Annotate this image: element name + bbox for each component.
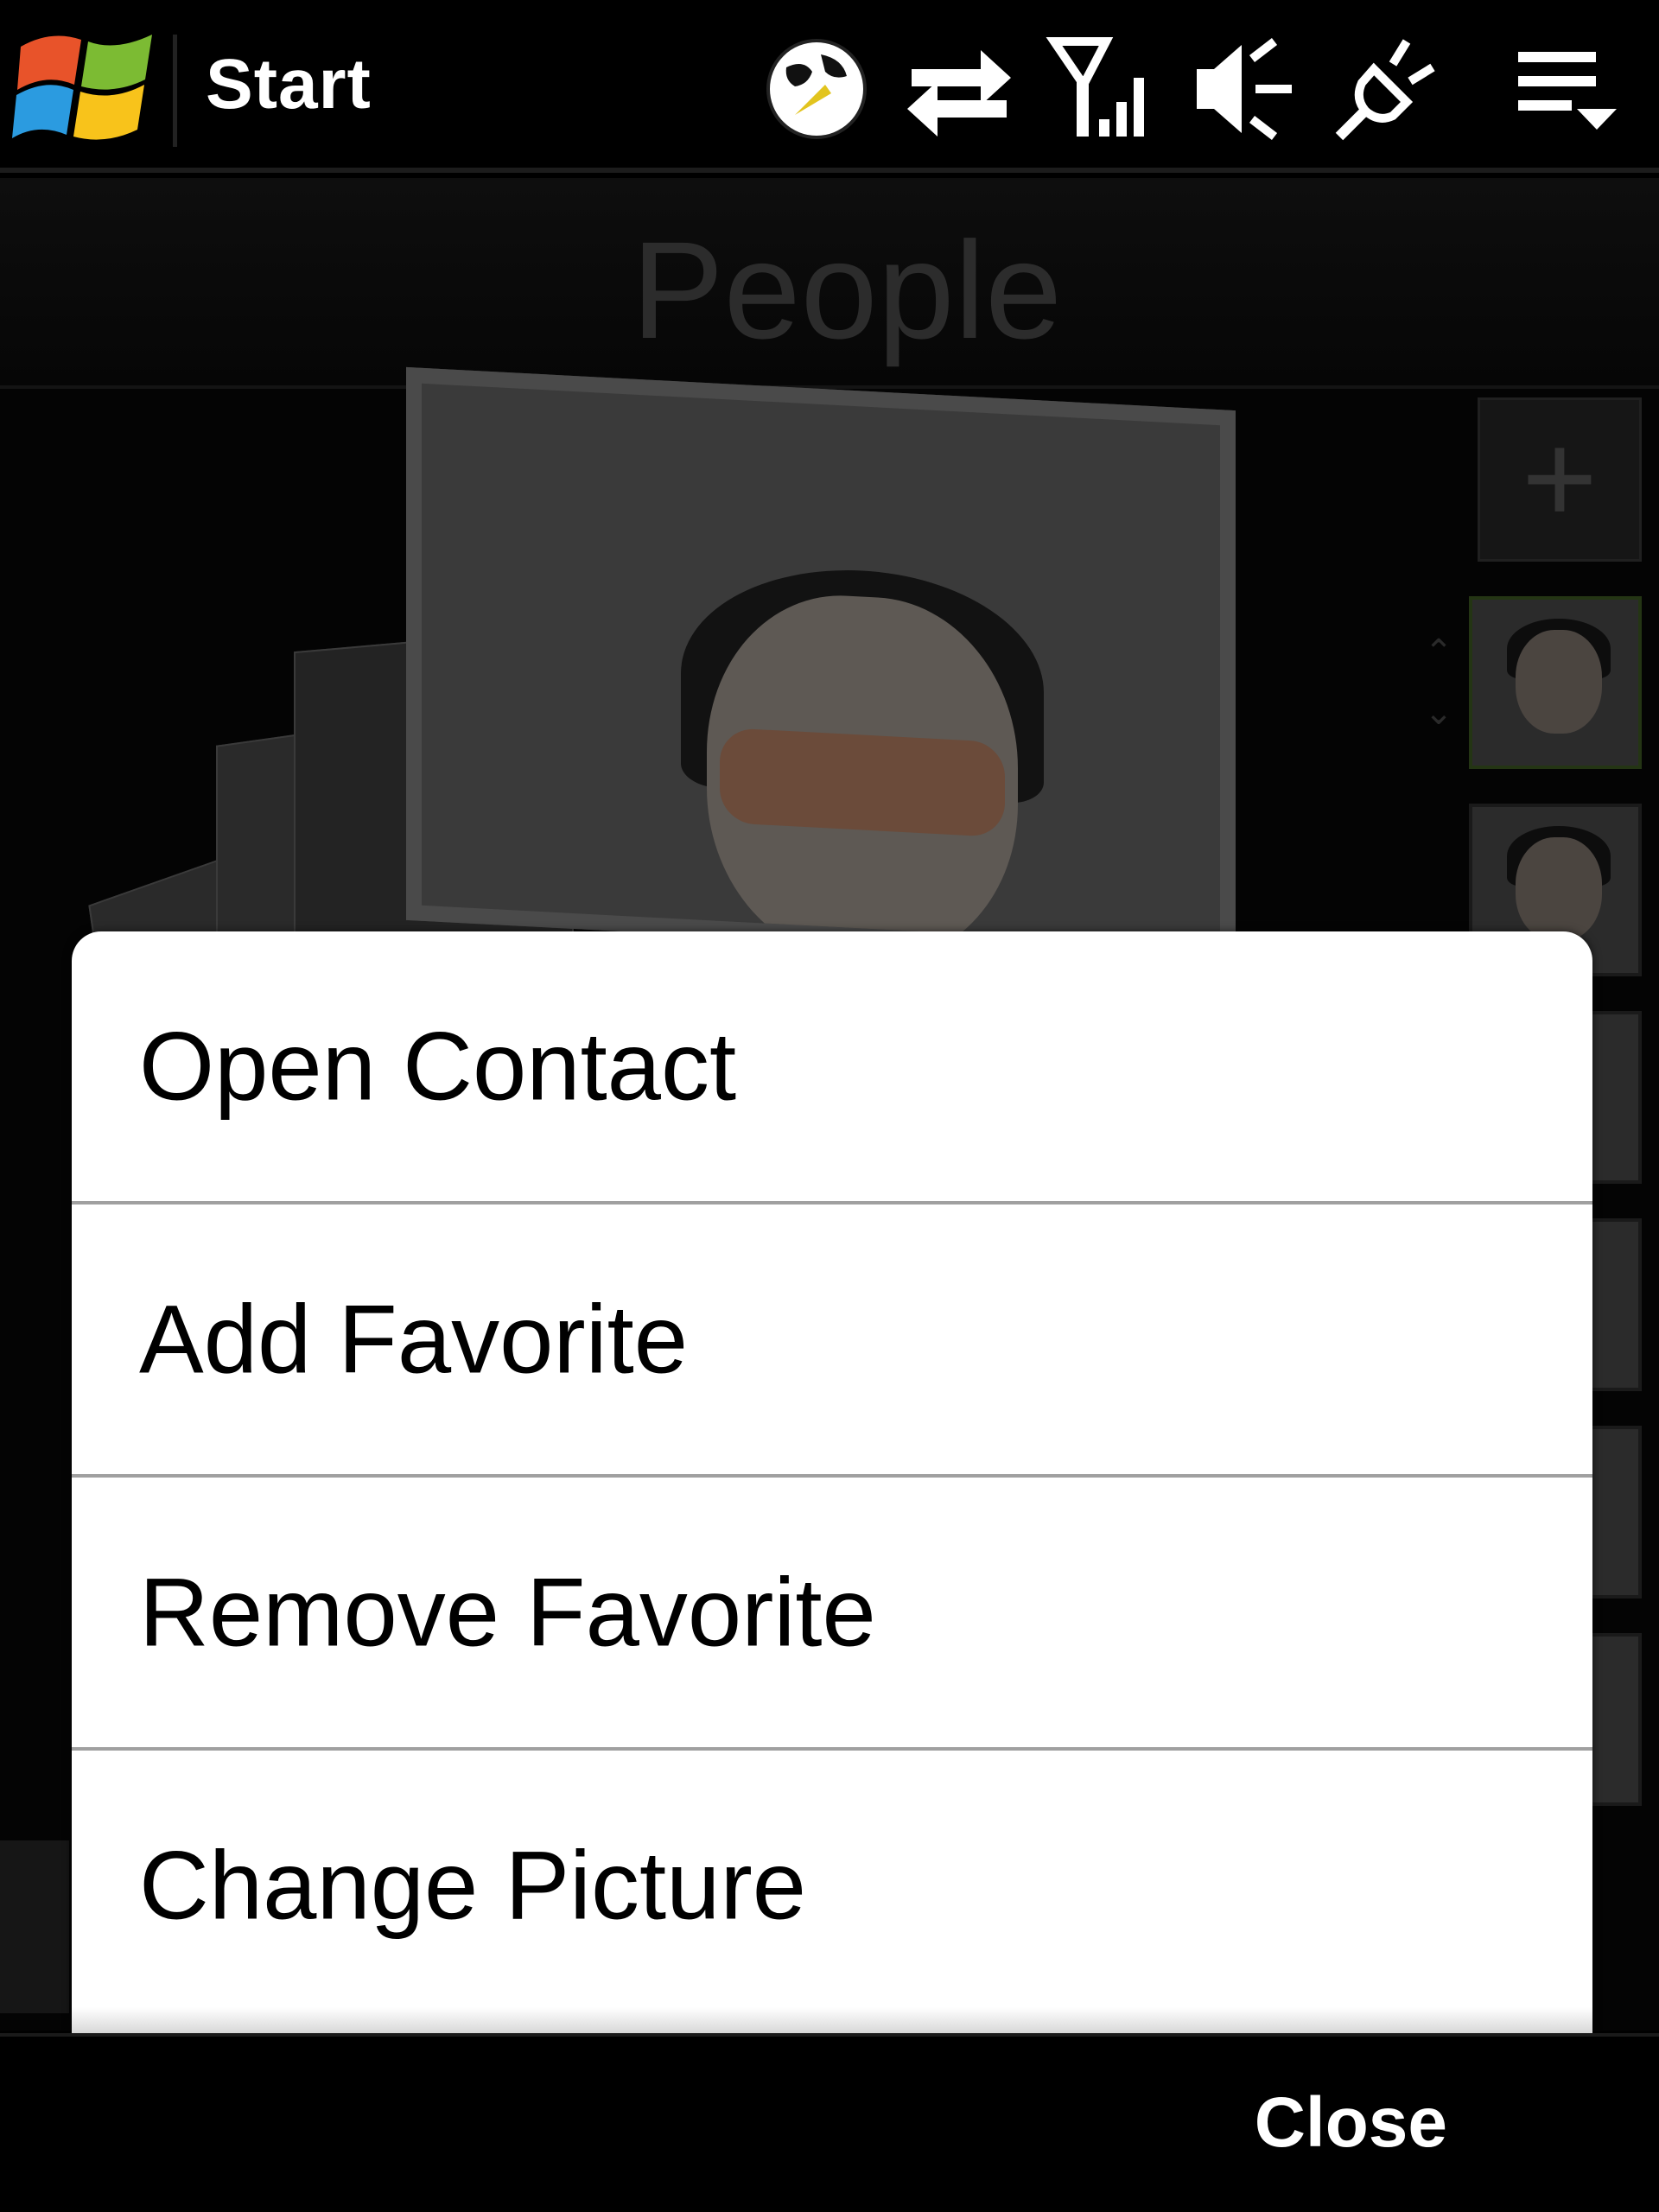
contact-photo-glasses <box>720 727 1005 838</box>
thumbnail-face <box>1516 837 1602 941</box>
softkey-bar: Close <box>0 2033 1659 2212</box>
notification-menu-icon[interactable] <box>1508 33 1620 145</box>
signal-strength-icon[interactable] <box>1046 33 1158 145</box>
power-plug-icon[interactable] <box>1331 33 1443 145</box>
people-header: People <box>0 178 1659 389</box>
remove-favorite-menu-item[interactable]: Remove Favorite <box>72 1478 1592 1751</box>
context-menu: Open Contact Add Favorite Remove Favorit… <box>72 931 1592 2033</box>
menu-item-label: Change Picture <box>139 1831 807 1940</box>
contact-photo-main[interactable] <box>406 366 1236 964</box>
page-title: People <box>631 213 1063 367</box>
thumb-scroll-arrows[interactable]: ⌃ ⌄ <box>1421 622 1456 760</box>
add-contact-button[interactable]: + <box>1478 397 1642 562</box>
open-contact-menu-item[interactable]: Open Contact <box>72 931 1592 1205</box>
close-button[interactable]: Close <box>1255 2080 1447 2166</box>
menu-item-label: Open Contact <box>139 1012 737 1121</box>
menu-item-label: Add Favorite <box>139 1285 688 1394</box>
volume-icon[interactable] <box>1188 33 1300 145</box>
change-picture-menu-item[interactable]: Change Picture <box>72 1751 1592 2024</box>
start-menu-label[interactable]: Start <box>206 41 372 128</box>
add-favorite-menu-item[interactable]: Add Favorite <box>72 1205 1592 1478</box>
start-separator <box>173 35 177 147</box>
home-tab-icon[interactable] <box>0 1840 69 2013</box>
contact-thumbnail-selected[interactable] <box>1469 596 1642 769</box>
menu-scroll-edge <box>72 2007 1592 2033</box>
internet-globe-icon[interactable] <box>760 33 873 145</box>
data-connection-icon[interactable] <box>903 33 1015 145</box>
menu-item-label: Remove Favorite <box>139 1558 876 1667</box>
status-bar: Start <box>0 0 1659 173</box>
windows-logo-icon[interactable] <box>12 22 159 152</box>
thumbnail-face <box>1516 630 1602 734</box>
